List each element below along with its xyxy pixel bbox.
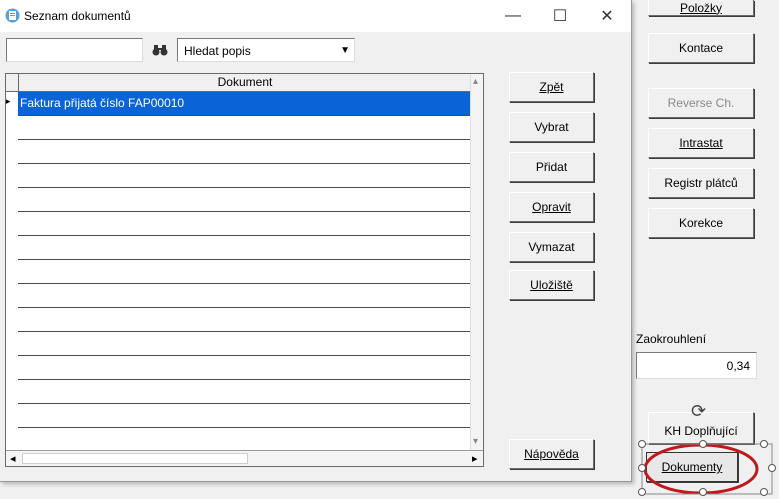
add-label: Přidat — [535, 160, 568, 174]
edit-label: Opravit — [532, 200, 571, 214]
intrastat-label: Intrastat — [679, 136, 723, 150]
table-row[interactable] — [18, 332, 483, 356]
reverse-charge-label: Reverse Ch. — [667, 96, 735, 110]
dialog-title: Seznam dokumentů — [24, 9, 131, 23]
table-row[interactable] — [18, 236, 483, 260]
selection-handle[interactable] — [699, 488, 707, 496]
table-row[interactable] — [18, 284, 483, 308]
contacts-button[interactable]: Kontace — [648, 33, 754, 63]
table-row[interactable] — [18, 404, 483, 428]
scroll-right-icon[interactable]: ▸ — [472, 452, 478, 465]
search-input[interactable] — [6, 38, 143, 62]
grid-header: Dokument C — [6, 74, 483, 92]
back-label: Zpět — [539, 80, 564, 94]
payer-registry-label: Registr plátců — [664, 176, 738, 190]
contacts-label: Kontace — [678, 41, 724, 55]
document-list-dialog: Seznam dokumentů — ☐ ✕ Hledat popis ▼ Do… — [0, 0, 632, 482]
help-label: Nápověda — [524, 447, 579, 461]
kh-supplementary-label: KH Doplňující — [664, 424, 738, 438]
add-button[interactable]: Přidat — [509, 152, 594, 182]
correction-button[interactable]: Korekce — [648, 208, 754, 238]
rounding-label: Zaokrouhlení — [636, 332, 707, 346]
payer-registry-button[interactable]: Registr plátců — [648, 168, 754, 198]
document-grid[interactable]: Dokument C ▸ Faktura přijatá číslo FAP00… — [5, 73, 484, 467]
delete-button[interactable]: Vymazat — [509, 232, 594, 262]
cursor-icon: ⟳ — [691, 401, 707, 421]
table-row[interactable] — [18, 140, 483, 164]
horizontal-scrollbar[interactable]: ◂ ▸ — [6, 450, 483, 466]
title-bar[interactable]: Seznam dokumentů — ☐ ✕ — [0, 0, 631, 32]
delete-label: Vymazat — [528, 240, 575, 254]
table-row[interactable] — [18, 212, 483, 236]
highlight-ellipse — [641, 443, 773, 495]
minimize-button[interactable]: — — [493, 4, 533, 28]
rounding-value-field[interactable]: 0,34 — [636, 352, 757, 379]
selection-handle[interactable] — [638, 440, 646, 448]
selection-handle[interactable] — [760, 488, 768, 496]
back-button[interactable]: Zpět — [509, 72, 594, 102]
storage-label: Uložiště — [530, 278, 573, 292]
help-button[interactable]: Nápověda — [509, 439, 594, 469]
search-mode-select[interactable]: Hledat popis ▼ — [177, 38, 355, 62]
column-header-document[interactable]: Dokument — [18, 74, 472, 91]
table-row[interactable] — [18, 164, 483, 188]
table-row[interactable] — [18, 380, 483, 404]
selection-handle[interactable] — [638, 488, 646, 496]
selection-handle[interactable] — [699, 440, 707, 448]
selection-handle[interactable] — [760, 440, 768, 448]
select-button[interactable]: Vybrat — [509, 112, 594, 142]
selection-handle[interactable] — [638, 464, 646, 472]
scroll-left-icon[interactable]: ◂ — [10, 452, 16, 465]
select-label: Vybrat — [534, 120, 569, 134]
maximize-button[interactable]: ☐ — [540, 4, 580, 28]
table-row[interactable] — [18, 356, 483, 380]
binoculars-icon[interactable] — [147, 38, 173, 62]
intrastat-button[interactable]: Intrastat — [648, 128, 754, 158]
edit-button[interactable]: Opravit — [509, 192, 594, 222]
close-button[interactable]: ✕ — [587, 4, 627, 28]
table-row[interactable] — [18, 188, 483, 212]
items-button[interactable]: Položky — [648, 0, 754, 16]
vertical-scrollbar[interactable]: ▴ ▾ — [470, 74, 483, 450]
storage-button[interactable]: Uložiště — [509, 270, 594, 300]
selection-handle[interactable] — [768, 464, 776, 472]
scroll-thumb[interactable] — [22, 453, 248, 464]
chevron-down-icon: ▼ — [340, 45, 350, 56]
document-app-icon — [5, 8, 20, 23]
table-row[interactable] — [18, 428, 483, 452]
items-label: Položky — [679, 0, 723, 15]
correction-label: Korekce — [678, 216, 724, 230]
table-row[interactable] — [18, 116, 483, 140]
search-mode-value: Hledat popis — [184, 44, 251, 58]
row-document-cell: Faktura přijatá číslo FAP00010 — [20, 96, 185, 110]
row-indicator-icon: ▸ — [6, 96, 11, 106]
table-row[interactable] — [18, 308, 483, 332]
background-panel: Položky Kontace Reverse Ch. Intrastat Re… — [628, 0, 779, 499]
table-row[interactable]: Faktura přijatá číslo FAP00010 h — [18, 92, 483, 116]
table-row[interactable] — [18, 260, 483, 284]
scroll-down-icon[interactable]: ▾ — [473, 436, 478, 447]
scroll-up-icon[interactable]: ▴ — [473, 76, 478, 87]
reverse-charge-button[interactable]: Reverse Ch. — [648, 88, 754, 118]
